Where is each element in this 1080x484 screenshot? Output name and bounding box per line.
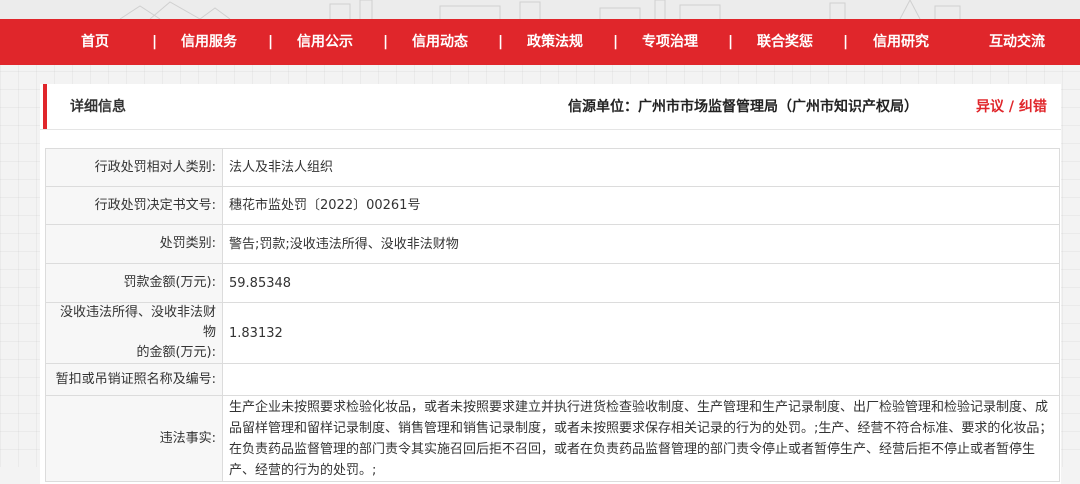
nav-item-credit-news[interactable]: 信用动态 <box>412 19 468 65</box>
table-row: 罚款金额(万元): 59.85348 <box>45 263 1060 303</box>
source-unit: 信源单位：广州市市场监督管理局（广州市知识产权局） <box>568 99 918 115</box>
row-label: 行政处罚决定书文号: <box>45 186 223 225</box>
nav-item-interaction[interactable]: 互动交流 <box>989 19 1045 65</box>
nav-separator: | <box>613 34 619 50</box>
table-row: 行政处罚相对人类别: 法人及非法人组织 <box>45 148 1060 187</box>
row-value: 1.83132 <box>222 302 1060 364</box>
table-row: 行政处罚决定书文号: 穗花市监处罚〔2022〕00261号 <box>45 186 1060 225</box>
nav-separator: | <box>728 34 734 50</box>
row-label: 处罚类别: <box>45 224 223 264</box>
table-row: 暂扣或吊销证照名称及编号: <box>45 363 1060 396</box>
nav-item-home[interactable]: 首页 <box>81 19 109 65</box>
table-row: 违法事实: 生产企业未按照要求检验化妆品，或者未按照要求建立并执行进货检查验收制… <box>45 395 1060 482</box>
dispute-correction-link[interactable]: 异议 / 纠错 <box>976 84 1047 130</box>
detail-table: 行政处罚相对人类别: 法人及非法人组织 行政处罚决定书文号: 穗花市监处罚〔20… <box>45 148 1060 482</box>
detail-panel: 详细信息 信源单位：广州市市场监督管理局（广州市知识产权局） 异议 / 纠错 行… <box>40 84 1061 484</box>
nav-item-credit-service[interactable]: 信用服务 <box>181 19 237 65</box>
row-value: 59.85348 <box>222 263 1060 303</box>
nav-separator: | <box>383 34 389 50</box>
nav-item-policy-regulations[interactable]: 政策法规 <box>527 19 583 65</box>
nav-item-special-governance[interactable]: 专项治理 <box>642 19 698 65</box>
panel-title: 详细信息 <box>70 99 126 115</box>
nav-item-credit-publicity[interactable]: 信用公示 <box>297 19 353 65</box>
nav-separator: | <box>498 34 504 50</box>
row-value: 警告;罚款;没收违法所得、没收非法财物 <box>222 224 1060 264</box>
row-label: 暂扣或吊销证照名称及编号: <box>45 363 223 396</box>
banner-skyline <box>0 0 1080 19</box>
nav-separator: | <box>268 34 274 50</box>
row-label: 没收违法所得、没收非法财物 的金额(万元): <box>45 302 223 364</box>
row-label: 行政处罚相对人类别: <box>45 148 223 187</box>
row-value: 生产企业未按照要求检验化妆品，或者未按照要求建立并执行进货检查验收制度、生产管理… <box>222 395 1060 482</box>
header-accent-bar <box>43 84 47 129</box>
table-row: 没收违法所得、没收非法财物 的金额(万元): 1.83132 <box>45 302 1060 364</box>
row-label-line2: 的金额(万元): <box>136 345 216 360</box>
nav-item-credit-research[interactable]: 信用研究 <box>873 19 929 65</box>
row-value: 法人及非法人组织 <box>222 148 1060 187</box>
skyline-illustration <box>119 0 961 19</box>
row-value: 穗花市监处罚〔2022〕00261号 <box>222 186 1060 225</box>
nav-separator: | <box>152 34 158 50</box>
main-navigation: 首页 | 信用服务 | 信用公示 | 信用动态 | 政策法规 | 专项治理 | … <box>0 19 1080 65</box>
row-label: 罚款金额(万元): <box>45 263 223 303</box>
nav-item-joint-reward-punishment[interactable]: 联合奖惩 <box>757 19 813 65</box>
table-row: 处罚类别: 警告;罚款;没收违法所得、没收非法财物 <box>45 224 1060 264</box>
nav-separator: | <box>843 34 849 50</box>
row-value <box>222 363 1060 396</box>
row-label: 违法事实: <box>45 395 223 482</box>
panel-header: 详细信息 信源单位：广州市市场监督管理局（广州市知识产权局） 异议 / 纠错 <box>40 84 1061 130</box>
row-label-line1: 没收违法所得、没收非法财物 <box>59 305 216 340</box>
